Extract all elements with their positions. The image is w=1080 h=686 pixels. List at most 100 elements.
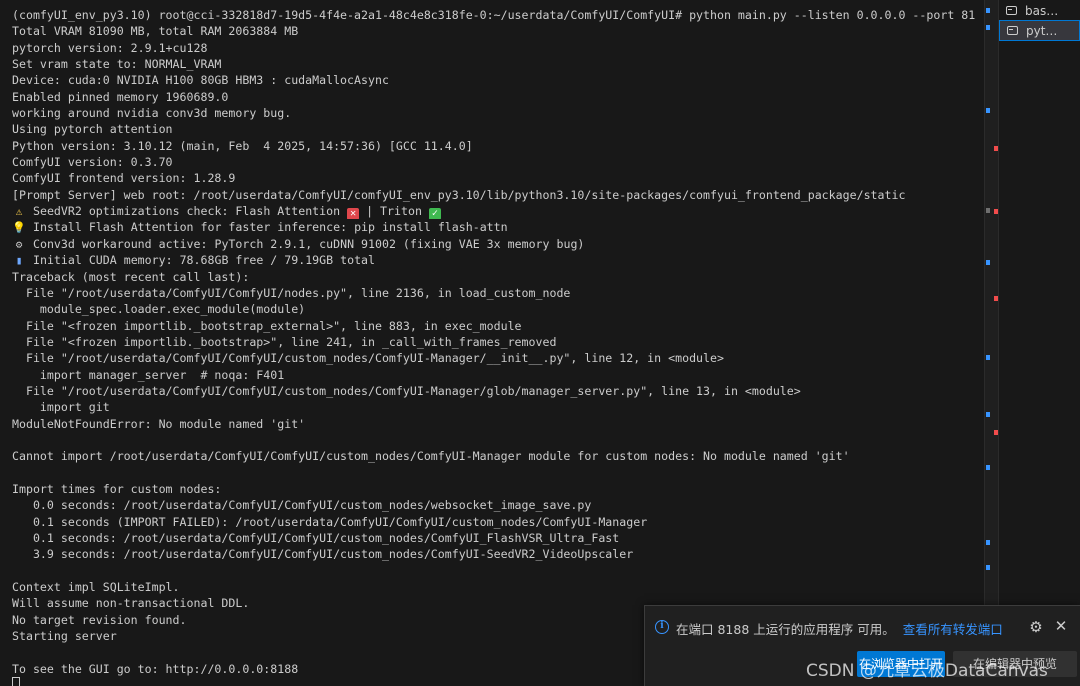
terminal-line: 0.1 seconds (IMPORT FAILED): /root/userd… bbox=[12, 514, 976, 530]
terminal-line-text: Install Flash Attention for faster infer… bbox=[32, 220, 508, 235]
terminal-line-text: 3.9 seconds: /root/userdata/ComfyUI/Comf… bbox=[12, 547, 634, 562]
terminal-line: 0.1 seconds: /root/userdata/ComfyUI/Comf… bbox=[12, 530, 976, 546]
cross-mark-icon: ✕ bbox=[347, 208, 360, 220]
terminal-line-text: Conv3d workaround active: PyTorch 2.9.1,… bbox=[32, 236, 585, 251]
scroll-marker bbox=[986, 208, 990, 213]
terminal-line-text: File "<frozen importlib._bootstrap>", li… bbox=[12, 334, 557, 349]
watermark: CSDN @九章云极DataCanvas bbox=[806, 661, 1048, 681]
terminal-line: Enabled pinned memory 1960689.0 bbox=[12, 89, 976, 105]
check-mark-icon: ✓ bbox=[428, 208, 441, 220]
terminal-line-text: Enabled pinned memory 1960689.0 bbox=[12, 89, 229, 104]
terminal-output: (comfyUI_env_py3.10) root@cci-332818d7-1… bbox=[12, 7, 976, 686]
terminal-line: pytorch version: 2.9.1+cu128 bbox=[12, 40, 976, 56]
terminal-line-text: ComfyUI frontend version: 1.28.9 bbox=[12, 171, 236, 186]
terminal-line-text: Starting server bbox=[12, 629, 117, 644]
terminal-line-text: File "/root/userdata/ComfyUI/ComfyUI/nod… bbox=[12, 285, 571, 300]
terminal-line: import manager_server # noqa: F401 bbox=[12, 367, 976, 383]
vscode-window: (comfyUI_env_py3.10) root@cci-332818d7-1… bbox=[0, 0, 1080, 686]
terminal-tabs-list: bas… pyt… bbox=[999, 0, 1080, 686]
tab-label: pyt… bbox=[1026, 23, 1058, 38]
scroll-marker bbox=[986, 8, 990, 13]
terminal-line-text: Using pytorch attention bbox=[12, 122, 173, 137]
info-icon: i bbox=[655, 620, 669, 634]
terminal-line: ComfyUI frontend version: 1.28.9 bbox=[12, 170, 976, 186]
terminal-line: ▮ Initial CUDA memory: 78.68GB free / 79… bbox=[12, 252, 976, 268]
terminal-line: ComfyUI version: 0.3.70 bbox=[12, 154, 976, 170]
tab-label: bas… bbox=[1025, 3, 1059, 18]
terminal-line: 0.0 seconds: /root/userdata/ComfyUI/Comf… bbox=[12, 497, 976, 513]
terminal-icon bbox=[1006, 24, 1020, 38]
terminal-line-text: SeedVR2 optimizations check: Flash Atten… bbox=[32, 204, 348, 219]
terminal-line: Using pytorch attention bbox=[12, 121, 976, 137]
terminal-line: working around nvidia conv3d memory bug. bbox=[12, 105, 976, 121]
terminal-line: ⚙ Conv3d workaround active: PyTorch 2.9.… bbox=[12, 236, 976, 252]
warning-icon: ⚠ bbox=[15, 205, 23, 219]
lightbulb-icon: 💡 bbox=[12, 221, 26, 235]
terminal-tab-bash[interactable]: bas… bbox=[999, 0, 1080, 21]
terminal-line: File "/root/userdata/ComfyUI/ComfyUI/cus… bbox=[12, 383, 976, 399]
terminal-line: File "<frozen importlib._bootstrap>", li… bbox=[12, 334, 976, 350]
view-forwarded-ports-link[interactable]: 查看所有转发端口 bbox=[903, 622, 1003, 637]
terminal-line-text: 0.1 seconds: /root/userdata/ComfyUI/Comf… bbox=[12, 531, 620, 545]
terminal-line-text: (comfyUI_env_py3.10) root@cci-332818d7-1… bbox=[12, 8, 976, 22]
terminal-line-text: Import times for custom nodes: bbox=[12, 481, 222, 496]
chart-icon: ▮ bbox=[15, 254, 23, 268]
notification-message: 在端口 8188 上运行的应用程序 可用。 查看所有转发端口 bbox=[676, 619, 1003, 638]
notification-text: 在端口 8188 上运行的应用程序 可用。 bbox=[676, 622, 895, 637]
scroll-marker bbox=[986, 465, 990, 470]
scroll-marker bbox=[986, 540, 990, 545]
terminal-line: Python version: 3.10.12 (main, Feb 4 202… bbox=[12, 138, 976, 154]
scroll-marker bbox=[986, 260, 990, 265]
close-icon[interactable]: ✕ bbox=[1053, 618, 1069, 634]
terminal-line: Set vram state to: NORMAL_VRAM bbox=[12, 56, 976, 72]
terminal-line-text: To see the GUI go to: http://0.0.0.0:818… bbox=[12, 661, 299, 676]
terminal-line-text: File "/root/userdata/ComfyUI/ComfyUI/cus… bbox=[12, 383, 801, 398]
terminal-scrollbar[interactable] bbox=[984, 0, 999, 686]
terminal-icon bbox=[1005, 4, 1019, 18]
terminal-line-text: Cannot import /root/userdata/ComfyUI/Com… bbox=[12, 449, 850, 464]
terminal-line-text: Initial CUDA memory: 78.68GB free / 79.1… bbox=[32, 253, 376, 268]
terminal-line: Context impl SQLiteImpl. bbox=[12, 579, 976, 595]
terminal-line: File "<frozen importlib._bootstrap_exter… bbox=[12, 318, 976, 334]
scroll-marker bbox=[986, 108, 990, 113]
terminal-line-text: import git bbox=[12, 400, 110, 415]
terminal-line-text: ModuleNotFoundError: No module named 'gi… bbox=[12, 416, 306, 431]
terminal-line: File "/root/userdata/ComfyUI/ComfyUI/nod… bbox=[12, 285, 976, 301]
scroll-marker bbox=[986, 355, 990, 360]
terminal-line: Total VRAM 81090 MB, total RAM 2063884 M… bbox=[12, 23, 976, 39]
scroll-marker bbox=[986, 25, 990, 30]
terminal-line: 3.9 seconds: /root/userdata/ComfyUI/Comf… bbox=[12, 546, 976, 562]
terminal-line: Import times for custom nodes: bbox=[12, 481, 976, 497]
terminal-line-text: 0.0 seconds: /root/userdata/ComfyUI/Comf… bbox=[12, 498, 592, 513]
terminal-line-text: Context impl SQLiteImpl. bbox=[12, 580, 180, 595]
terminal-line-text: Traceback (most recent call last): bbox=[12, 269, 250, 284]
terminal-line: (comfyUI_env_py3.10) root@cci-332818d7-1… bbox=[12, 7, 976, 23]
terminal-line: module_spec.loader.exec_module(module) bbox=[12, 301, 976, 317]
terminal-line-text: import manager_server # noqa: F401 bbox=[12, 367, 285, 382]
terminal-line: File "/root/userdata/ComfyUI/ComfyUI/cus… bbox=[12, 350, 976, 366]
terminal-line-text: File "<frozen importlib._bootstrap_exter… bbox=[12, 318, 522, 333]
terminal-line-text: [Prompt Server] web root: /root/userdata… bbox=[12, 187, 906, 202]
terminal-line-text: pytorch version: 2.9.1+cu128 bbox=[12, 40, 208, 55]
terminal-panel[interactable]: (comfyUI_env_py3.10) root@cci-332818d7-1… bbox=[0, 0, 984, 686]
terminal-line-text: Will assume non-transactional DDL. bbox=[12, 596, 250, 611]
terminal-line-text: Set vram state to: NORMAL_VRAM bbox=[12, 57, 222, 72]
terminal-line-text: Total VRAM 81090 MB, total RAM 2063884 M… bbox=[12, 24, 299, 39]
terminal-line: [Prompt Server] web root: /root/userdata… bbox=[12, 187, 976, 203]
terminal-line-text: Device: cuda:0 NVIDIA H100 80GB HBM3 : c… bbox=[12, 73, 389, 88]
gear-icon[interactable]: ⚙ bbox=[1028, 619, 1044, 635]
terminal-line-text: ComfyUI version: 0.3.70 bbox=[12, 155, 173, 170]
terminal-cursor bbox=[12, 677, 20, 686]
terminal-line: Cannot import /root/userdata/ComfyUI/Com… bbox=[12, 448, 976, 464]
terminal-tab-python[interactable]: pyt… bbox=[999, 20, 1080, 41]
terminal-line-text: No target revision found. bbox=[12, 612, 187, 627]
terminal-line-text: Python version: 3.10.12 (main, Feb 4 202… bbox=[12, 138, 473, 153]
terminal-line-text: | Triton bbox=[366, 204, 429, 219]
terminal-line: Device: cuda:0 NVIDIA H100 80GB HBM3 : c… bbox=[12, 72, 976, 88]
terminal-line: import git bbox=[12, 399, 976, 415]
terminal-line: ModuleNotFoundError: No module named 'gi… bbox=[12, 416, 976, 432]
gear-icon: ⚙ bbox=[15, 237, 23, 251]
